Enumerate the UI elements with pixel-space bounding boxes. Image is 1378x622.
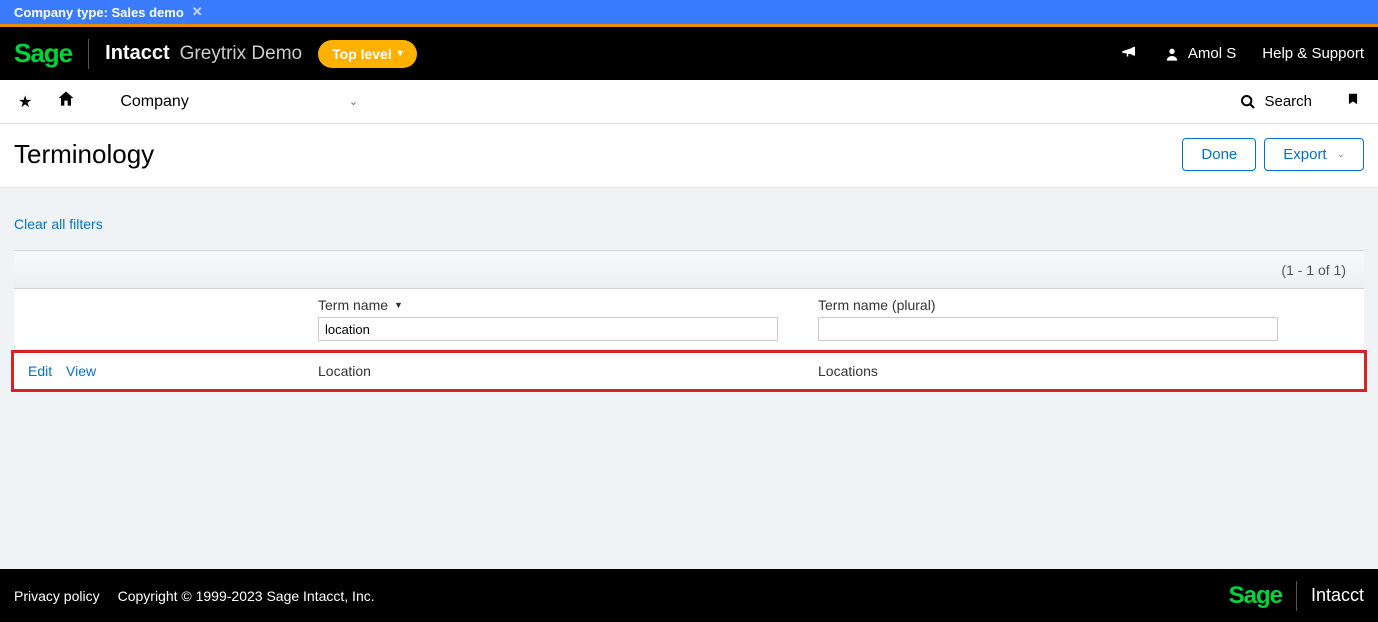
- help-link[interactable]: Help & Support: [1262, 45, 1364, 62]
- col-plural-header[interactable]: Term name (plural): [818, 297, 1350, 313]
- search-button[interactable]: Search: [1240, 93, 1312, 110]
- table: (1 - 1 of 1) Term name ▼ Term name (plur…: [14, 250, 1364, 392]
- close-icon[interactable]: ✕: [192, 4, 203, 20]
- export-button[interactable]: Export ⌄: [1264, 138, 1364, 171]
- table-toolbar: (1 - 1 of 1): [14, 251, 1364, 289]
- top-level-label: Top level: [332, 46, 392, 62]
- bookmark-icon[interactable]: [1346, 90, 1360, 113]
- megaphone-icon[interactable]: [1120, 43, 1138, 64]
- sage-logo[interactable]: Sage: [14, 38, 72, 69]
- home-icon[interactable]: [56, 89, 76, 114]
- chevron-down-icon: ⌄: [1337, 149, 1345, 160]
- page-header: Terminology Done Export ⌄: [0, 124, 1378, 188]
- search-label: Search: [1264, 93, 1312, 110]
- term-cell: Location: [318, 363, 371, 379]
- chevron-down-icon[interactable]: ⌄: [349, 95, 358, 108]
- company-name: Greytrix Demo: [180, 43, 302, 65]
- term-filter-input[interactable]: [318, 317, 778, 341]
- banner-text: Company type: Sales demo: [14, 5, 184, 20]
- col-plural-label: Term name (plural): [818, 297, 935, 313]
- top-level-button[interactable]: Top level ▾: [318, 40, 417, 68]
- star-icon[interactable]: ★: [18, 92, 32, 112]
- table-header-row: Term name ▼ Term name (plural): [14, 289, 1364, 350]
- product-name-footer: Intacct: [1311, 585, 1364, 606]
- plural-filter-input[interactable]: [818, 317, 1278, 341]
- sort-desc-icon: ▼: [394, 300, 403, 310]
- divider: [1296, 581, 1297, 611]
- table-row: Edit View Location Locations: [11, 350, 1367, 392]
- plural-cell: Locations: [818, 363, 878, 379]
- clear-filters-link[interactable]: Clear all filters: [14, 202, 103, 250]
- done-label: Done: [1201, 146, 1237, 163]
- edit-link[interactable]: Edit: [28, 363, 52, 379]
- main-header: Sage Intacct Greytrix Demo Top level ▾ A…: [0, 27, 1378, 80]
- user-icon: [1164, 46, 1180, 62]
- divider: [88, 39, 89, 69]
- col-term-label: Term name: [318, 297, 388, 313]
- content-area: Clear all filters (1 - 1 of 1) Term name…: [0, 188, 1378, 406]
- privacy-link[interactable]: Privacy policy: [14, 588, 100, 604]
- footer: Privacy policy Copyright © 1999-2023 Sag…: [0, 569, 1378, 622]
- product-name: Intacct: [105, 42, 169, 65]
- user-menu[interactable]: Amol S: [1164, 45, 1236, 62]
- module-dropdown[interactable]: Company: [120, 93, 188, 111]
- sage-logo-footer: Sage: [1229, 582, 1282, 610]
- page-title: Terminology: [14, 139, 154, 170]
- module-nav: ★ Company ⌄ Search: [0, 80, 1378, 124]
- pager-text: (1 - 1 of 1): [1281, 262, 1346, 278]
- search-icon: [1240, 94, 1256, 110]
- export-label: Export: [1283, 146, 1326, 163]
- done-button[interactable]: Done: [1182, 138, 1256, 171]
- copyright-text: Copyright © 1999-2023 Sage Intacct, Inc.: [118, 588, 375, 604]
- user-name: Amol S: [1188, 45, 1236, 62]
- view-link[interactable]: View: [66, 363, 96, 379]
- chevron-down-icon: ▾: [398, 48, 403, 59]
- company-type-banner: Company type: Sales demo ✕: [0, 0, 1378, 24]
- col-term-header[interactable]: Term name ▼: [318, 297, 818, 313]
